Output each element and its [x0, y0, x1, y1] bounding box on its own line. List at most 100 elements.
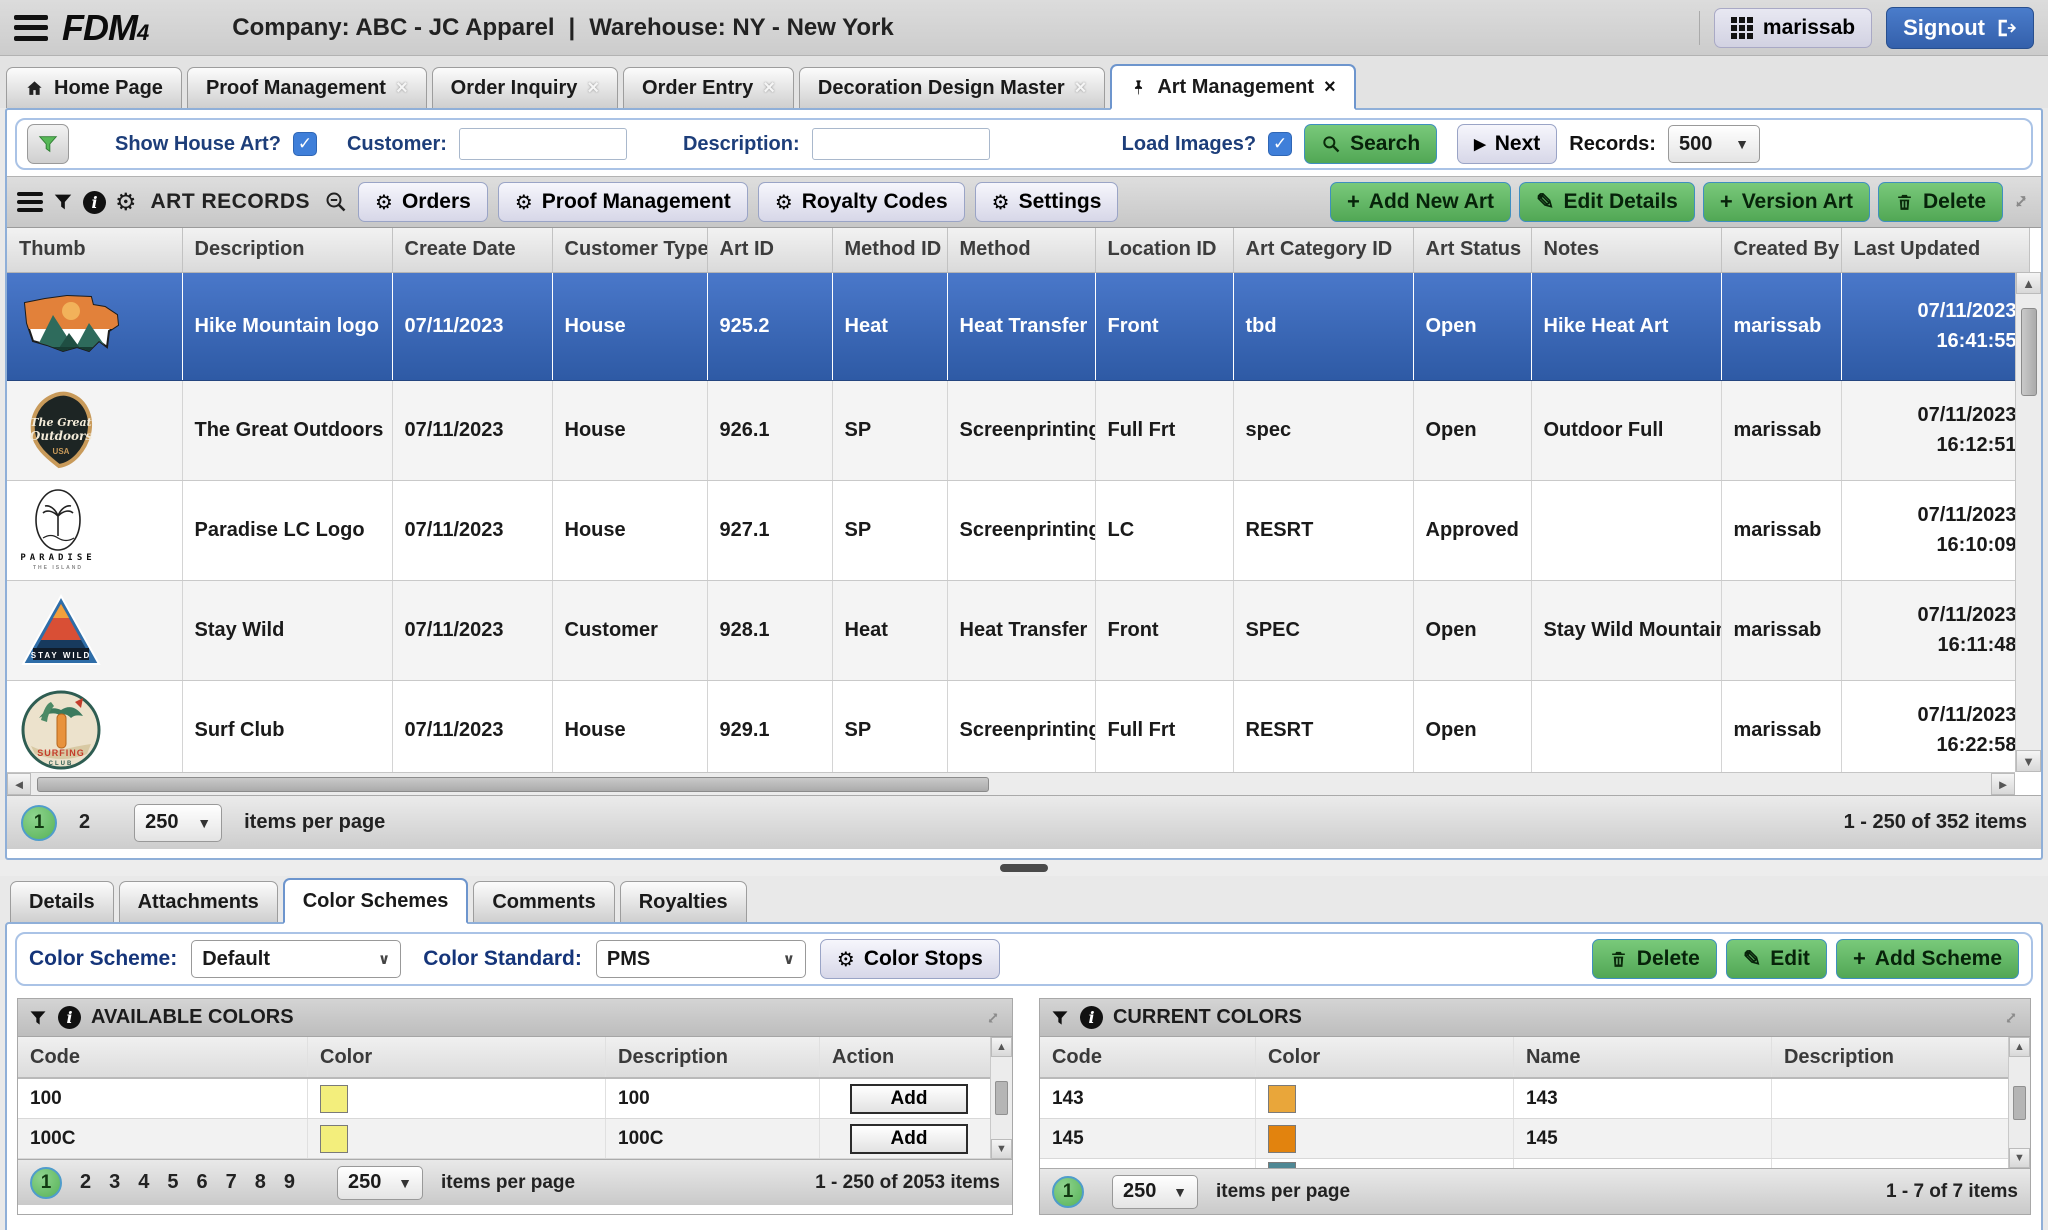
- signout-button[interactable]: Signout: [1886, 7, 2034, 49]
- col-notes[interactable]: Notes: [1531, 228, 1721, 272]
- color-scheme-select[interactable]: Default ∨: [191, 940, 401, 978]
- col-color[interactable]: Color: [1256, 1037, 1514, 1077]
- col-description[interactable]: Description: [1772, 1037, 2017, 1077]
- next-button[interactable]: ▶ Next: [1457, 124, 1557, 164]
- add-scheme-button[interactable]: + Add Scheme: [1836, 939, 2019, 979]
- grid-horizontal-scrollbar[interactable]: ◄ ►: [7, 772, 2015, 795]
- panel-splitter[interactable]: [0, 860, 2048, 876]
- expand-panel-icon[interactable]: [984, 1009, 1002, 1027]
- scrollbar-thumb[interactable]: [37, 777, 989, 792]
- page-size-select[interactable]: 250 ▼: [134, 804, 222, 842]
- page-size-select[interactable]: 250 ▼: [337, 1166, 423, 1200]
- tab-order-inquiry[interactable]: Order Inquiry ×: [432, 67, 618, 108]
- current-color-row[interactable]: 143 143: [1040, 1079, 2030, 1119]
- tab-royalties[interactable]: Royalties: [620, 881, 747, 922]
- tab-attachments[interactable]: Attachments: [119, 881, 278, 922]
- page-2-button[interactable]: 2: [80, 1171, 91, 1194]
- settings-button[interactable]: ⚙ Settings: [975, 182, 1119, 222]
- tab-comments[interactable]: Comments: [473, 881, 614, 922]
- page-7-button[interactable]: 7: [226, 1171, 237, 1194]
- load-images-checkbox[interactable]: ✓: [1268, 132, 1292, 156]
- col-art-id[interactable]: Art ID: [707, 228, 832, 272]
- orders-button[interactable]: ⚙ Orders: [358, 182, 488, 222]
- col-created-by[interactable]: Created By: [1721, 228, 1841, 272]
- delete-scheme-button[interactable]: Delete: [1592, 939, 1717, 979]
- tab-home-page[interactable]: Home Page: [6, 67, 182, 108]
- tab-decoration-design-master[interactable]: Decoration Design Master ×: [799, 67, 1105, 108]
- available-colors-scrollbar[interactable]: ▲ ▼: [990, 1037, 1012, 1159]
- col-customer-type[interactable]: Customer Type: [552, 228, 707, 272]
- expand-grid-icon[interactable]: [2011, 192, 2031, 212]
- available-color-row[interactable]: 100C 100C Add: [18, 1119, 1012, 1159]
- scroll-down-icon[interactable]: ▼: [2016, 750, 2041, 772]
- splitter-grip[interactable]: [1000, 864, 1048, 872]
- add-new-art-button[interactable]: + Add New Art: [1330, 182, 1511, 222]
- search-button[interactable]: Search: [1304, 124, 1437, 164]
- scroll-down-icon[interactable]: ▼: [2009, 1148, 2030, 1168]
- table-row-stay-wild[interactable]: STAY WILD Stay Wild 07/11/2023 Customer …: [7, 580, 2029, 680]
- scroll-down-icon[interactable]: ▼: [991, 1139, 1012, 1159]
- filter-icon[interactable]: [1050, 1008, 1070, 1028]
- col-color[interactable]: Color: [308, 1037, 606, 1077]
- grid-menu-icon[interactable]: [17, 192, 43, 212]
- scrollbar-thumb[interactable]: [2021, 308, 2037, 396]
- col-last-updated[interactable]: Last Updated: [1841, 228, 2029, 272]
- page-3-button[interactable]: 3: [109, 1171, 120, 1194]
- add-color-button[interactable]: Add: [850, 1124, 968, 1154]
- col-name[interactable]: Name: [1514, 1037, 1772, 1077]
- col-description[interactable]: Description: [182, 228, 392, 272]
- color-stops-button[interactable]: ⚙ Color Stops: [820, 939, 1000, 979]
- tab-proof-management[interactable]: Proof Management ×: [187, 67, 427, 108]
- table-row-paradise[interactable]: PARADISE THE ISLAND Paradise LC Logo 07/…: [7, 480, 2029, 580]
- table-row-great-outdoors[interactable]: The Great Outdoors USA The Great Outdoor…: [7, 380, 2029, 480]
- scroll-up-icon[interactable]: ▲: [991, 1037, 1012, 1057]
- tab-order-entry[interactable]: Order Entry ×: [623, 67, 794, 108]
- proof-management-button[interactable]: ⚙ Proof Management: [498, 182, 748, 222]
- col-description[interactable]: Description: [606, 1037, 820, 1077]
- scroll-left-icon[interactable]: ◄: [7, 773, 31, 795]
- scrollbar-thumb[interactable]: [995, 1081, 1008, 1115]
- col-action[interactable]: Action: [820, 1037, 998, 1077]
- main-menu-icon[interactable]: [14, 15, 48, 41]
- royalty-codes-button[interactable]: ⚙ Royalty Codes: [758, 182, 965, 222]
- page-1-button[interactable]: 1: [30, 1167, 62, 1199]
- show-house-art-checkbox[interactable]: ✓: [293, 132, 317, 156]
- records-select[interactable]: 500 ▼: [1668, 125, 1760, 163]
- col-code[interactable]: Code: [1040, 1037, 1256, 1077]
- col-location-id[interactable]: Location ID: [1095, 228, 1233, 272]
- available-color-row[interactable]: 100 100 Add: [18, 1079, 1012, 1119]
- page-size-select[interactable]: 250 ▼: [1112, 1175, 1198, 1209]
- col-thumb[interactable]: Thumb: [7, 228, 182, 272]
- tab-color-schemes[interactable]: Color Schemes: [283, 878, 469, 924]
- close-tab-icon[interactable]: ×: [396, 77, 408, 100]
- col-method[interactable]: Method: [947, 228, 1095, 272]
- page-8-button[interactable]: 8: [255, 1171, 266, 1194]
- tab-details[interactable]: Details: [10, 881, 114, 922]
- col-art-category-id[interactable]: Art Category ID: [1233, 228, 1413, 272]
- info-icon[interactable]: i: [1080, 1006, 1103, 1029]
- close-tab-icon[interactable]: ×: [587, 77, 599, 100]
- grid-settings-icon[interactable]: ⚙: [115, 190, 137, 214]
- expand-panel-icon[interactable]: [2002, 1009, 2020, 1027]
- color-standard-select[interactable]: PMS ∨: [596, 940, 806, 978]
- add-color-button[interactable]: Add: [850, 1084, 968, 1114]
- scrollbar-thumb[interactable]: [2013, 1086, 2026, 1120]
- page-1-button[interactable]: 1: [21, 805, 57, 841]
- table-row-hike-mountain[interactable]: Hike Mountain logo 07/11/2023 House 925.…: [7, 272, 2029, 380]
- customer-input[interactable]: [459, 128, 627, 160]
- current-color-row-partial[interactable]: [1040, 1159, 2030, 1168]
- table-row-surf-club[interactable]: SURFING CLUB Surf Club 07/11/2023 House …: [7, 680, 2029, 772]
- scroll-up-icon[interactable]: ▲: [2009, 1037, 2030, 1057]
- col-art-status[interactable]: Art Status: [1413, 228, 1531, 272]
- version-art-button[interactable]: + Version Art: [1703, 182, 1870, 222]
- user-menu-button[interactable]: marissab: [1714, 8, 1872, 48]
- zoom-out-icon[interactable]: [324, 190, 348, 214]
- col-code[interactable]: Code: [18, 1037, 308, 1077]
- page-9-button[interactable]: 9: [284, 1171, 295, 1194]
- page-5-button[interactable]: 5: [167, 1171, 178, 1194]
- description-input[interactable]: [812, 128, 990, 160]
- scroll-right-icon[interactable]: ►: [1991, 773, 2015, 795]
- close-tab-icon[interactable]: ×: [763, 77, 775, 100]
- col-create-date[interactable]: Create Date: [392, 228, 552, 272]
- filter-icon[interactable]: [28, 1008, 48, 1028]
